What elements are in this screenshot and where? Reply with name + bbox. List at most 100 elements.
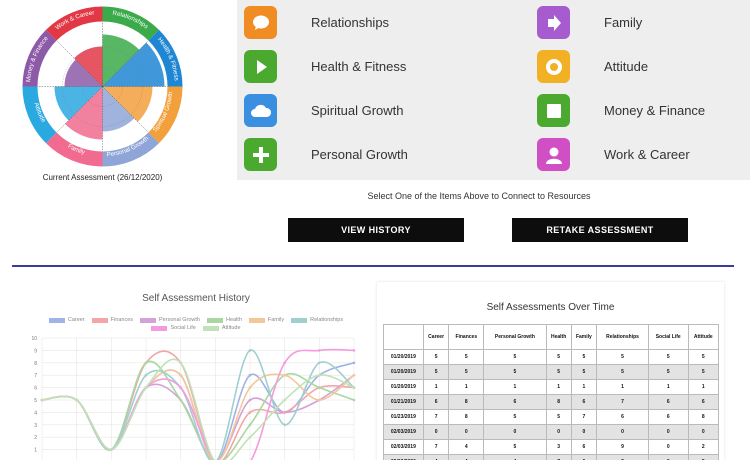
table-cell: 4 — [422, 454, 450, 460]
square-icon — [537, 94, 570, 127]
category-money-finance[interactable]: Money & Finance — [537, 94, 705, 127]
data-point[interactable] — [318, 398, 321, 402]
table-cell: 02/03/2019 — [383, 439, 424, 455]
data-point[interactable] — [179, 398, 182, 402]
table-row: 09/09/202044476385 — [383, 454, 720, 460]
data-point[interactable] — [318, 386, 321, 389]
data-point[interactable] — [248, 373, 252, 377]
data-point[interactable] — [179, 373, 182, 377]
data-point[interactable] — [318, 361, 321, 365]
data-point[interactable] — [352, 361, 356, 365]
table-header-cell — [383, 324, 424, 350]
assessment-wheel: Relationships Health & Fitness Spiritual G… — [20, 4, 185, 169]
table-row: 02/03/2019 0 0 0 0 0 0 0 0 — [383, 424, 720, 440]
legend-label: Career — [67, 317, 85, 323]
data-point[interactable] — [248, 411, 252, 414]
table-cell: 5 — [483, 409, 547, 425]
table-row: 01/23/2019 7 8 5 5 7 6 6 8 — [383, 409, 720, 425]
data-point[interactable] — [352, 386, 356, 389]
table-cell: 5 — [448, 349, 485, 365]
data-point[interactable] — [283, 373, 286, 377]
table-cell: 6 — [647, 409, 689, 425]
table-cell: 5 — [647, 349, 689, 365]
category-family[interactable]: Family — [537, 6, 642, 39]
data-point[interactable] — [248, 349, 252, 352]
legend-label: Finances — [110, 317, 134, 323]
data-point[interactable] — [248, 398, 252, 402]
table-cell: 5 — [483, 439, 547, 455]
data-point[interactable] — [283, 361, 286, 365]
table-header-cell: Health — [545, 324, 572, 350]
data-point[interactable] — [248, 386, 252, 389]
table-cell: 1 — [647, 379, 689, 395]
data-point[interactable] — [179, 386, 182, 389]
series-line — [41, 358, 355, 460]
speech-bubble-icon — [244, 6, 277, 39]
legend-item[interactable]: Personal Growth — [140, 317, 200, 323]
section-divider — [12, 265, 734, 267]
y-tick-label: 7 — [34, 373, 37, 379]
category-label: Work & Career — [604, 147, 690, 162]
legend-item[interactable]: Health — [206, 317, 242, 323]
category-attitude[interactable]: Attitude — [537, 50, 648, 83]
table-cell: 1 — [483, 379, 547, 395]
data-point[interactable] — [144, 373, 148, 377]
data-point[interactable] — [283, 398, 286, 402]
legend-item[interactable]: Family — [248, 317, 284, 323]
legend-item[interactable]: Relationships — [291, 317, 343, 323]
chart-title: Self Assessment History — [142, 293, 250, 304]
data-point[interactable] — [40, 398, 44, 402]
table-cell: 5 — [545, 349, 572, 365]
person-icon — [537, 138, 570, 171]
data-point[interactable] — [110, 448, 113, 451]
table-header-cell: Personal Growth — [483, 324, 547, 350]
legend-item[interactable]: Career — [48, 317, 85, 323]
data-point[interactable] — [352, 349, 356, 352]
table-cell: 0 — [545, 424, 572, 440]
table-cell: 6 — [596, 409, 649, 425]
table-cell: 4 — [483, 454, 547, 460]
data-point[interactable] — [144, 361, 148, 365]
category-personal-growth[interactable]: Personal Growth — [244, 138, 408, 171]
category-work-career[interactable]: Work & Career — [537, 138, 690, 171]
category-health-fitness[interactable]: Health & Fitness — [244, 50, 406, 83]
data-point[interactable] — [352, 373, 356, 377]
table-title: Self Assessments Over Time — [486, 302, 615, 313]
table-cell: 0 — [647, 424, 689, 440]
data-point[interactable] — [318, 373, 321, 377]
table-cell: 6 — [422, 394, 450, 410]
plus-icon — [244, 138, 277, 171]
table-cell: 2 — [687, 439, 720, 455]
table-cell: 5 — [545, 409, 572, 425]
data-point[interactable] — [318, 349, 321, 352]
y-tick-label: 8 — [34, 361, 37, 367]
data-point[interactable] — [179, 361, 182, 365]
table-cell: 01/21/2019 — [383, 394, 424, 410]
data-point[interactable] — [248, 423, 252, 427]
cloud-icon — [244, 94, 277, 127]
table-cell: 5 — [448, 364, 485, 380]
data-point[interactable] — [283, 411, 286, 414]
table-cell: 8 — [448, 394, 485, 410]
legend-swatch — [140, 317, 157, 323]
data-point[interactable] — [75, 398, 78, 402]
table-cell: 5 — [687, 349, 720, 365]
retake-assessment-button[interactable]: RETAKE ASSESSMENT — [512, 218, 688, 242]
table-cell: 6 — [687, 394, 720, 410]
data-point[interactable] — [283, 423, 286, 427]
table-cell: 5 — [422, 349, 450, 365]
legend-item[interactable]: Finances — [91, 317, 134, 323]
category-spiritual-growth[interactable]: Spiritual Growth — [244, 94, 403, 127]
table-cell: 1 — [448, 379, 485, 395]
data-point[interactable] — [352, 398, 356, 402]
category-relationships[interactable]: Relationships — [244, 6, 389, 39]
view-history-button[interactable]: VIEW HISTORY — [288, 218, 464, 242]
legend-swatch — [206, 317, 223, 323]
table-row: 01/20/2019 5 5 5 5 5 5 5 5 — [383, 349, 720, 365]
data-point[interactable] — [248, 435, 252, 439]
series-line — [41, 349, 355, 460]
series-line — [41, 348, 355, 460]
table-cell: 4 — [448, 454, 485, 460]
table-row: 02/03/2019 7 4 5 3 6 9 0 2 — [383, 439, 720, 455]
data-point[interactable] — [144, 386, 148, 389]
